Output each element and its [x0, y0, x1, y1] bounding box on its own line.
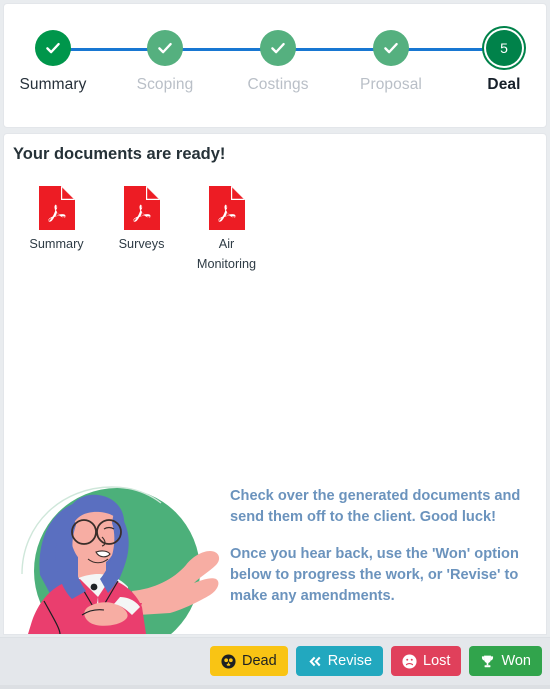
check-icon [46, 42, 60, 54]
step-label-proposal: Proposal [360, 76, 422, 93]
double-chevron-left-icon [309, 656, 321, 666]
won-button[interactable]: Won [469, 646, 542, 676]
stepper-step-summary[interactable]: Summary [7, 30, 99, 94]
step-circle-summary[interactable] [35, 30, 71, 66]
document-label-air-monitoring: Air Monitoring [196, 237, 257, 271]
revise-button[interactable]: Revise [295, 646, 384, 676]
progress-stepper: Summary Scoping Costings Proposal 5 Deal [4, 4, 546, 127]
lost-button[interactable]: Lost [391, 646, 462, 676]
step-label-summary: Summary [19, 76, 87, 93]
step-label-costings: Costings [247, 76, 309, 93]
check-icon [158, 42, 172, 54]
document-item-surveys[interactable]: Surveys [99, 184, 184, 274]
stepper-card: Summary Scoping Costings Proposal 5 Deal [3, 3, 547, 128]
document-item-summary[interactable]: Summary [14, 184, 99, 274]
step-label-deal: Deal [487, 76, 521, 93]
won-button-label: Won [501, 652, 531, 669]
callout-text: Check over the generated documents and s… [230, 486, 538, 607]
step-circle-proposal[interactable] [373, 30, 409, 66]
documents-list: Summary Surveys Air Monitoring [14, 184, 269, 274]
pdf-file-icon [208, 186, 245, 230]
deal-content-card: Your documents are ready! Summary Survey… [3, 133, 547, 635]
stepper-step-proposal[interactable]: Proposal [345, 30, 437, 94]
document-label-summary: Summary [29, 237, 84, 251]
lost-button-label: Lost [423, 652, 451, 669]
stepper-step-scoping[interactable]: Scoping [119, 30, 211, 94]
document-label-surveys: Surveys [118, 237, 165, 251]
callout-paragraph-1: Check over the generated documents and s… [230, 488, 521, 525]
dead-button-label: Dead [242, 652, 277, 669]
frowning-face-icon [402, 653, 417, 669]
step-number-deal: 5 [500, 40, 508, 56]
document-item-air-monitoring[interactable]: Air Monitoring [184, 184, 269, 274]
step-circle-costings[interactable] [260, 30, 296, 66]
pdf-file-icon [123, 186, 160, 230]
step-circle-scoping[interactable] [147, 30, 183, 66]
callout-paragraph-2: Once you hear back, use the 'Won' option… [230, 546, 519, 604]
step-circle-deal[interactable]: 5 [486, 30, 522, 66]
stepper-step-deal[interactable]: 5 Deal [458, 30, 550, 94]
step-label-scoping: Scoping [136, 76, 194, 93]
stepper-step-costings[interactable]: Costings [232, 30, 324, 94]
check-icon [384, 42, 398, 54]
pdf-file-icon [38, 186, 75, 230]
window-bottom-strip [0, 685, 550, 689]
action-button-group: Dead Revise Lost Won [210, 646, 542, 676]
woman-presenting-illustration [14, 479, 229, 634]
skull-icon [221, 653, 236, 669]
check-icon [271, 42, 285, 54]
dead-button[interactable]: Dead [210, 646, 288, 676]
revise-button-label: Revise [327, 652, 373, 669]
action-footer: Dead Revise Lost Won [0, 637, 550, 689]
documents-ready-heading: Your documents are ready! [13, 145, 226, 163]
trophy-icon [482, 655, 494, 667]
